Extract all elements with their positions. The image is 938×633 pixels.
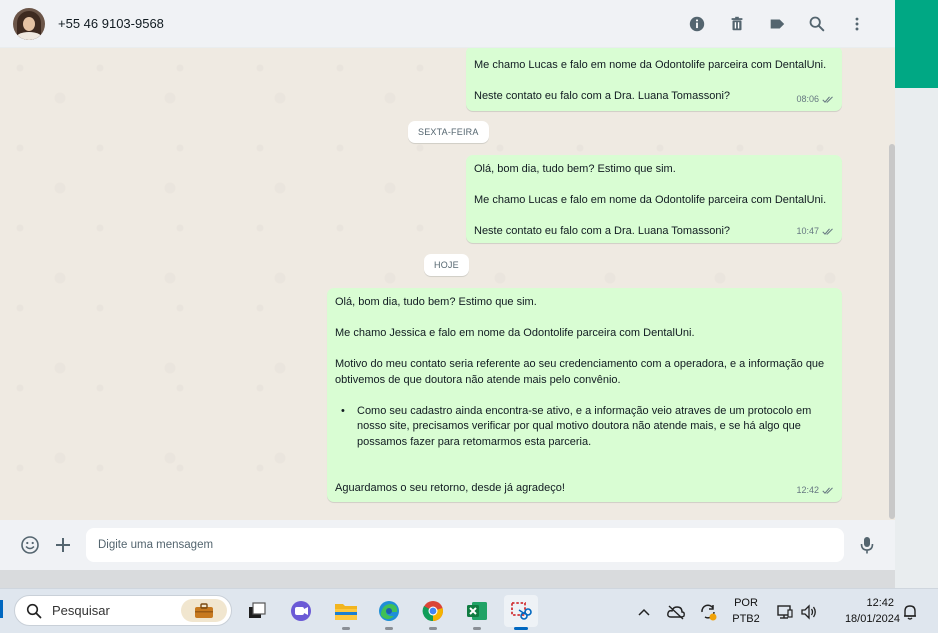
message-line <box>335 311 834 327</box>
message-meta: 10:47 <box>796 224 834 240</box>
network-icon[interactable] <box>774 589 796 633</box>
contact-name[interactable]: +55 46 9103-9568 <box>58 16 164 31</box>
volume-icon[interactable] <box>798 589 820 633</box>
language-line1: POR <box>734 597 758 609</box>
briefcase-icon[interactable] <box>181 599 227 622</box>
message-line: Olá, bom dia, tudo bem? Estimo que sim. <box>474 163 676 175</box>
taskbar-search[interactable]: Pesquisar <box>14 595 232 626</box>
teams-icon[interactable] <box>284 595 318 627</box>
date-separator: HOJE <box>424 254 469 276</box>
clock-date: 18/01/2024 <box>844 613 900 625</box>
message-line: Me chamo Jessica e falo em nome da Odont… <box>335 327 695 339</box>
message-time: 12:42 <box>796 484 819 495</box>
message-line: Olá, bom dia, tudo bem? Estimo que sim. <box>335 296 537 308</box>
language-line2: PTB2 <box>732 613 760 625</box>
message-line: Me chamo Lucas e falo em nome da Odontol… <box>474 59 827 71</box>
background-window <box>895 0 938 588</box>
language-indicator[interactable]: POR PTB2 <box>728 595 764 627</box>
edge-icon[interactable] <box>372 595 406 630</box>
excel-icon[interactable] <box>460 595 494 630</box>
bullet-dot: • <box>341 404 345 417</box>
date-separator: SEXTA-FEIRA <box>408 121 489 143</box>
message-time: 08:06 <box>796 93 819 104</box>
search-label: Pesquisar <box>52 603 110 618</box>
message-line: Neste contato eu falo com a Dra. Luana T… <box>474 225 731 237</box>
message-meta: 12:42 <box>796 483 834 499</box>
chat-area[interactable]: Me chamo Lucas e falo em nome da Odontol… <box>0 48 895 520</box>
windows-taskbar: Pesquisar POR PTB2 12:42 18/01/2024 <box>0 588 938 633</box>
label-icon[interactable] <box>757 12 797 36</box>
trash-icon[interactable] <box>717 12 757 36</box>
clock-time: 12:42 <box>866 597 894 609</box>
double-check-icon <box>822 228 833 235</box>
message-line <box>335 342 834 358</box>
chevron-up-icon[interactable] <box>634 589 654 633</box>
snipping-tool-icon[interactable] <box>504 595 538 630</box>
bullet-item: • Como seu cadastro ainda encontra-se at… <box>335 404 834 451</box>
info-icon[interactable] <box>677 12 717 36</box>
message-line <box>335 388 834 404</box>
whatsapp-window: +55 46 9103-9568 Me chamo Lucas e falo e… <box>0 0 895 570</box>
contact-avatar[interactable] <box>13 7 45 40</box>
message-input[interactable] <box>86 528 844 562</box>
microphone-icon[interactable] <box>856 534 878 556</box>
message-line <box>335 466 834 482</box>
chrome-icon[interactable] <box>416 595 450 630</box>
taskbar-clock[interactable]: 12:42 18/01/2024 <box>828 595 900 627</box>
plus-icon[interactable] <box>52 534 74 556</box>
message-line: Motivo do meu contato seria referente ao… <box>335 358 828 386</box>
message-bubble[interactable]: Olá, bom dia, tudo bem? Estimo que sim. … <box>327 288 842 502</box>
message-bubble[interactable]: Olá, bom dia, tudo bem? Estimo que sim. … <box>466 155 842 243</box>
chat-header: +55 46 9103-9568 <box>0 0 895 48</box>
more-vertical-icon[interactable] <box>837 12 877 36</box>
bullet-text: Como seu cadastro ainda encontra-se ativ… <box>357 404 815 448</box>
message-line: Neste contato eu falo com a Dra. Luana T… <box>474 90 731 102</box>
double-check-icon <box>822 96 833 103</box>
message-line <box>335 450 834 466</box>
double-check-icon <box>822 487 833 494</box>
cloud-offline-icon[interactable] <box>664 589 688 633</box>
message-meta: 08:06 <box>796 92 834 108</box>
message-line <box>474 74 834 90</box>
message-line <box>474 178 834 194</box>
accent-strip <box>895 0 938 88</box>
file-explorer-icon[interactable] <box>329 595 363 630</box>
search-icon[interactable] <box>797 12 837 36</box>
sync-warning-icon[interactable] <box>696 589 720 633</box>
taskbar-edge-indicator <box>0 600 3 618</box>
message-bubble[interactable]: Me chamo Lucas e falo em nome da Odontol… <box>466 48 842 111</box>
search-icon <box>25 602 43 620</box>
emoji-icon[interactable] <box>19 534 41 556</box>
task-view-icon[interactable] <box>240 595 274 627</box>
message-time: 10:47 <box>796 225 819 236</box>
notification-bell-icon[interactable] <box>900 589 920 633</box>
message-line <box>474 209 834 225</box>
message-composer <box>0 520 895 570</box>
message-line: Aguardamos o seu retorno, desde já agrad… <box>335 482 565 494</box>
message-line: Me chamo Lucas e falo em nome da Odontol… <box>474 194 827 206</box>
